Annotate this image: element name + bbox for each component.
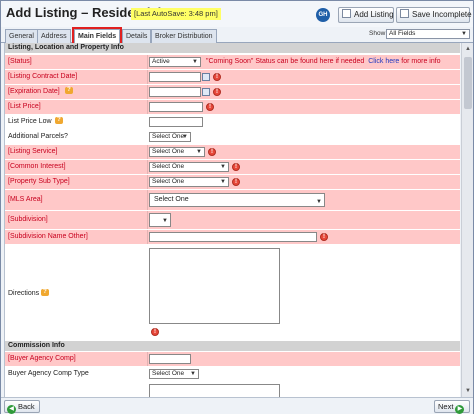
tab-general[interactable]: General — [5, 29, 38, 43]
vertical-scrollbar[interactable]: ▲ ▼ — [461, 43, 473, 397]
field-row-common-interest: [Common Interest] Select One ▼ ! — [5, 160, 460, 174]
alert-icon: ! — [206, 103, 214, 111]
buyer-agency-comp-type-label: Buyer Agency Comp Type — [8, 370, 89, 377]
subdivision-select[interactable]: ▼ — [149, 213, 171, 227]
tab-broker-distribution[interactable]: Broker Distribution — [151, 29, 217, 43]
help-icon[interactable]: ? — [41, 289, 49, 296]
section-header-commission: Commission Info — [5, 341, 460, 351]
expiration-date-label: [Expiration Date] — [8, 88, 60, 95]
tab-details[interactable]: Details — [122, 29, 152, 43]
field-row-status: [Status] Active ▼ "Coming Soon" Status ca… — [5, 55, 460, 69]
directions-textarea[interactable] — [149, 248, 280, 324]
scroll-up-icon[interactable]: ▲ — [463, 44, 473, 54]
listing-service-label: [Listing Service] — [8, 148, 58, 155]
alert-icon: ! — [232, 163, 240, 171]
tab-main-fields[interactable]: Main Fields — [71, 27, 123, 45]
chevron-down-icon: ▼ — [461, 31, 467, 37]
app-window: Add Listing – Residential [Last AutoSave… — [0, 0, 474, 414]
alert-icon: ! — [320, 233, 328, 241]
partial-textarea[interactable] — [149, 384, 280, 397]
chevron-down-icon: ▼ — [196, 149, 202, 155]
common-interest-label: [Common Interest] — [8, 163, 66, 170]
field-row-listing-service: [Listing Service] Select One ▼ ! — [5, 145, 460, 159]
show-filter-label: Show — [369, 30, 386, 37]
list-price-label: [List Price] — [8, 103, 41, 110]
show-filter-select[interactable]: All Fields ▼ — [386, 29, 470, 39]
tab-address[interactable]: Address — [37, 29, 71, 43]
additional-parcels-label: Additional Parcels? — [8, 133, 68, 140]
status-note: "Coming Soon" Status can be found here i… — [206, 58, 441, 65]
status-label: [Status] — [8, 58, 32, 65]
buyer-agency-comp-label: [Buyer Agency Comp] — [8, 355, 76, 362]
field-row-subdivision-other: [Subdivision Name Other] ! — [5, 230, 460, 244]
next-button[interactable]: Next ▶ — [434, 400, 470, 414]
add-listing-button[interactable]: Add Listing — [338, 7, 394, 23]
autosave-indicator: [Last AutoSave: 3:48 pm] — [131, 8, 221, 20]
save-icon — [400, 9, 409, 18]
scroll-down-icon[interactable]: ▼ — [463, 386, 473, 396]
page-header: Add Listing – Residential [Last AutoSave… — [1, 1, 473, 27]
mls-area-label: [MLS Area] — [8, 196, 43, 203]
field-row-list-price: [List Price] ! — [5, 100, 460, 114]
directions-label: Directions — [8, 290, 40, 297]
add-document-icon — [342, 9, 351, 18]
chevron-down-icon: ▼ — [162, 218, 168, 224]
field-row-property-sub-type: [Property Sub Type] Select One ▼ ! — [5, 175, 460, 189]
alert-icon: ! — [151, 328, 159, 336]
field-row-subdivision: [Subdivision] ▼ — [5, 211, 460, 229]
calendar-icon[interactable] — [202, 88, 210, 96]
contract-date-input[interactable] — [149, 72, 201, 82]
subdivision-other-label: [Subdivision Name Other] — [8, 233, 88, 240]
field-row-buyer-agency-comp-type: Buyer Agency Comp Type Select One ▼ — [5, 367, 460, 381]
save-incomplete-button[interactable]: Save Incomplete — [396, 7, 472, 23]
chevron-down-icon: ▼ — [190, 371, 196, 377]
help-icon[interactable]: ? — [55, 117, 63, 124]
help-icon[interactable]: ? — [65, 87, 73, 94]
property-sub-type-select[interactable]: Select One ▼ — [149, 177, 229, 187]
list-price-input[interactable] — [149, 102, 203, 112]
alert-icon: ! — [213, 73, 221, 81]
field-row-mls-area: [MLS Area] Select One ▼ — [5, 190, 460, 210]
additional-parcels-select[interactable]: Select One ▼ — [149, 132, 191, 142]
chevron-down-icon: ▼ — [220, 179, 226, 185]
alert-icon: ! — [232, 178, 240, 186]
list-price-low-label: List Price Low — [8, 118, 52, 125]
field-row-partial — [5, 382, 460, 397]
subdivision-other-input[interactable] — [149, 232, 317, 242]
calendar-icon[interactable] — [202, 73, 210, 81]
mls-area-select[interactable]: Select One ▼ — [149, 193, 325, 207]
list-price-low-input[interactable] — [149, 117, 203, 127]
status-select[interactable]: Active ▼ — [149, 57, 201, 67]
arrow-right-icon: ▶ — [455, 405, 465, 414]
arrow-left-icon: ◀ — [7, 405, 16, 414]
chevron-down-icon: ▼ — [182, 134, 188, 140]
common-interest-select[interactable]: Select One ▼ — [149, 162, 229, 172]
field-row-contract-date: [Listing Contract Date] ! — [5, 70, 460, 84]
section-header-listing: Listing, Location and Property Info — [5, 43, 460, 53]
field-row-expiration-date: [Expiration Date] ? ! — [5, 85, 460, 99]
subdivision-label: [Subdivision] — [8, 216, 48, 223]
field-row-additional-parcels: Additional Parcels? Select One ▼ — [5, 130, 460, 144]
contract-date-label: [Listing Contract Date] — [8, 73, 78, 80]
footer-bar: ◀ Back Next ▶ — [1, 397, 473, 414]
field-row-list-price-low: List Price Low ? — [5, 115, 460, 129]
alert-icon: ! — [213, 88, 221, 96]
chevron-down-icon: ▼ — [220, 164, 226, 170]
field-row-buyer-agency-comp: [Buyer Agency Comp] — [5, 352, 460, 366]
scrollbar-thumb[interactable] — [464, 57, 472, 109]
alert-icon: ! — [208, 148, 216, 156]
chevron-down-icon: ▼ — [192, 59, 198, 65]
expiration-date-input[interactable] — [149, 87, 201, 97]
field-row-directions: Directions ? ! — [5, 245, 460, 341]
property-sub-type-label: [Property Sub Type] — [8, 178, 70, 185]
form-content: Listing, Location and Property Info [Sta… — [4, 43, 460, 397]
listing-service-select[interactable]: Select One ▼ — [149, 147, 205, 157]
user-badge-icon[interactable]: GH — [316, 8, 330, 22]
chevron-down-icon: ▼ — [316, 199, 322, 205]
buyer-agency-comp-input[interactable] — [149, 354, 191, 364]
buyer-agency-comp-type-select[interactable]: Select One ▼ — [149, 369, 199, 379]
status-info-link[interactable]: Click here — [368, 58, 399, 65]
back-button[interactable]: ◀ Back — [4, 400, 40, 414]
